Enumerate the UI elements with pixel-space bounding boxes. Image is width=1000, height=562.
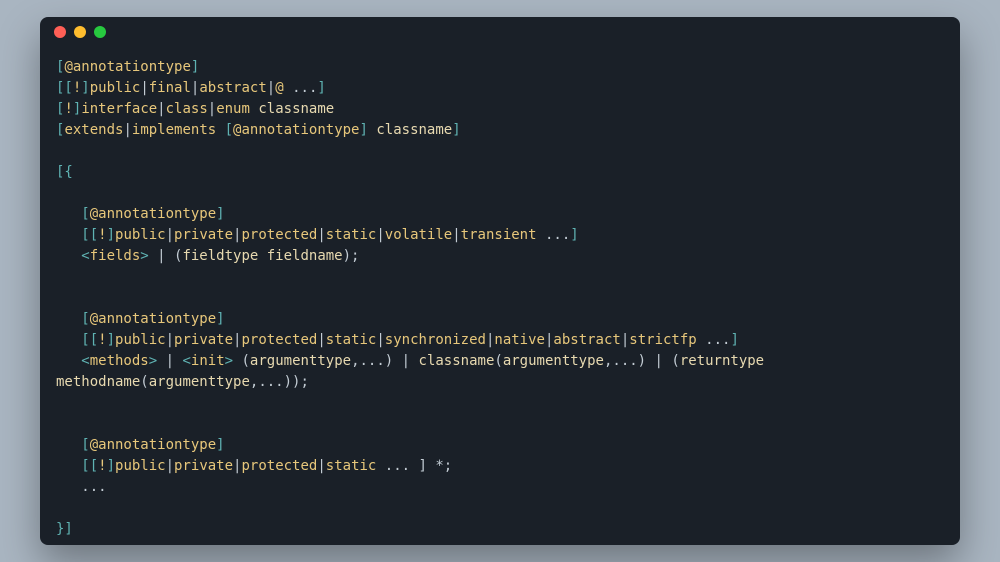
code-line: [{ <box>56 164 73 180</box>
code-line: [@annotationtype] <box>56 206 225 222</box>
code-line: [[!]public|final|abstract|@ ...] <box>56 80 326 96</box>
minimize-icon[interactable] <box>74 26 86 38</box>
code-line: methodname(argumenttype,...)); <box>56 374 309 390</box>
code-line: <methods> | <init> (argumenttype,...) | … <box>56 353 764 369</box>
code-line: [[!]public|private|protected|static|vola… <box>56 227 579 243</box>
code-line: [@annotationtype] <box>56 437 225 453</box>
code-line: [[!]public|private|protected|static ... … <box>56 458 452 474</box>
code-line: [@annotationtype] <box>56 59 199 75</box>
code-line: [!]interface|class|enum classname <box>56 101 334 117</box>
code-line: <fields> | (fieldtype fieldname); <box>56 248 359 264</box>
code-line: }] <box>56 521 73 537</box>
close-icon[interactable] <box>54 26 66 38</box>
code-line: [@annotationtype] <box>56 311 225 327</box>
code-window: [@annotationtype] [[!]public|final|abstr… <box>40 17 960 545</box>
code-line: ... <box>56 479 107 495</box>
code-line: [extends|implements [@annotationtype] cl… <box>56 122 461 138</box>
zoom-icon[interactable] <box>94 26 106 38</box>
code-area: [@annotationtype] [[!]public|final|abstr… <box>40 47 960 545</box>
window-titlebar <box>40 17 960 47</box>
code-line: [[!]public|private|protected|static|sync… <box>56 332 739 348</box>
